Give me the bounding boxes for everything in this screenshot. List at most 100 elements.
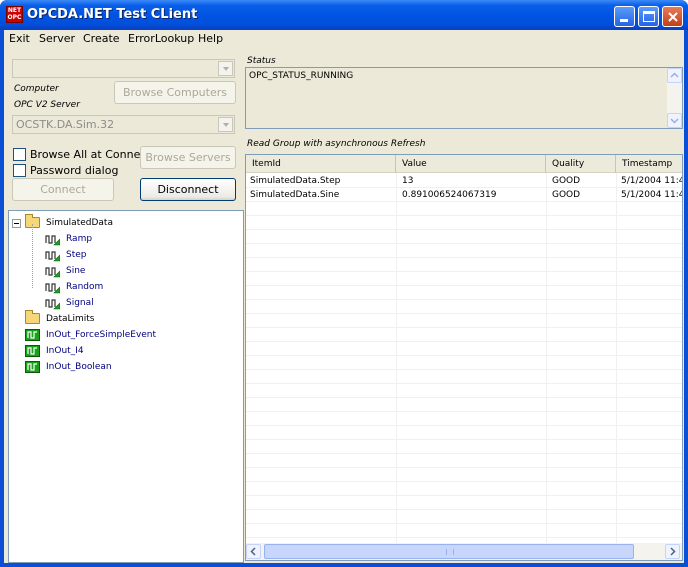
- browse-computers-button[interactable]: Browse Computers: [114, 81, 236, 104]
- grid-row-line: [246, 481, 682, 482]
- table-row[interactable]: SimulatedData.Sine 0.891006524067319 GOOD 5…: [246, 189, 682, 203]
- grid-row-line: [246, 355, 682, 356]
- menu-errorlookup[interactable]: ErrorLookup: [128, 32, 194, 45]
- grid-row-line: [246, 397, 682, 398]
- grid-row-line: [246, 327, 682, 328]
- window-title: OPCDA.NET Test CLient: [27, 7, 198, 22]
- menu-exit[interactable]: Exit: [9, 32, 30, 45]
- tree-item-label: InOut_ForceSimpleEvent: [46, 330, 157, 340]
- title-bar[interactable]: NET OPC OPCDA.NET Test CLient: [0, 0, 688, 30]
- tree-item-label: Signal: [66, 298, 94, 308]
- table-cell: 0.891006524067319: [402, 190, 497, 200]
- status-text: OPC_STATUS_RUNNING: [249, 71, 354, 81]
- column-header-itemid[interactable]: ItemId: [246, 155, 396, 173]
- list-horizontal-scrollbar[interactable]: [246, 543, 682, 560]
- status-scrollbar[interactable]: [667, 68, 682, 128]
- grid-row-line: [246, 383, 682, 384]
- chevron-down-icon[interactable]: [218, 61, 233, 76]
- chevron-down-icon: [670, 118, 679, 124]
- item-list-view: ItemId Value Quality Timestamp Simulated…: [245, 154, 683, 561]
- maximize-icon: [643, 11, 655, 22]
- tree-item-label: Sine: [66, 266, 86, 276]
- scroll-up-button[interactable]: [667, 68, 682, 83]
- folder-icon: [25, 310, 40, 324]
- tree-item[interactable]: InOut_I4: [9, 344, 243, 360]
- table-row[interactable]: SimulatedData.Step 13 GOOD 5/1/2004 11:40: [246, 175, 682, 189]
- status-label: Status: [247, 56, 276, 66]
- grid-row-line: [246, 509, 682, 510]
- menu-create[interactable]: Create: [83, 32, 120, 45]
- table-cell: 5/1/2004 11:40: [621, 176, 682, 186]
- server-label: OPC V2 Server: [14, 100, 80, 110]
- tree-item[interactable]: Step: [9, 248, 243, 264]
- tree-item[interactable]: DataLimits: [9, 310, 243, 328]
- table-cell: SimulatedData.Sine: [250, 190, 340, 200]
- grid-row-line: [246, 495, 682, 496]
- tree-item[interactable]: Ramp: [9, 232, 243, 248]
- grid-row-line: [246, 271, 682, 272]
- menu-help[interactable]: Help: [198, 32, 223, 45]
- computer-label: Computer: [14, 84, 59, 94]
- tree-item-label: DataLimits: [46, 314, 95, 324]
- menu-bar: Exit Server Create ErrorLookup Help: [4, 30, 684, 48]
- tree-item[interactable]: InOut_Boolean: [9, 360, 243, 376]
- tree-connector: [32, 224, 33, 288]
- tag-icon: [45, 283, 60, 294]
- read-write-tag-icon: [25, 345, 40, 357]
- opc-app-icon: NET OPC: [6, 6, 23, 23]
- grid-row-line: [246, 243, 682, 244]
- column-header-timestamp[interactable]: Timestamp: [616, 155, 682, 173]
- status-textbox[interactable]: OPC_STATUS_RUNNING: [245, 67, 683, 129]
- group-label: Read Group with asynchronous Refresh: [247, 139, 426, 149]
- tag-icon: [45, 235, 60, 246]
- scroll-right-button[interactable]: [665, 544, 680, 559]
- grip-icon: [446, 549, 454, 555]
- chevron-down-icon[interactable]: [218, 117, 233, 132]
- grid-row-line: [246, 523, 682, 524]
- tag-icon: [45, 299, 60, 310]
- disconnect-button[interactable]: Disconnect: [140, 178, 236, 201]
- table-cell: 13: [402, 176, 414, 186]
- server-combo[interactable]: OCSTK.DA.Sim.32: [12, 115, 235, 134]
- browse-servers-button[interactable]: Browse Servers: [140, 146, 236, 169]
- chevron-left-icon: [250, 547, 256, 556]
- close-icon: [668, 12, 678, 22]
- tree-item[interactable]: Sine: [9, 264, 243, 280]
- password-dialog-checkbox[interactable]: [13, 164, 26, 177]
- chevron-up-icon: [670, 72, 679, 78]
- collapse-icon[interactable]: [12, 219, 21, 228]
- scroll-left-button[interactable]: [246, 544, 261, 559]
- scroll-thumb[interactable]: [264, 544, 634, 559]
- tree-item-label: SimulatedData: [46, 218, 113, 228]
- browse-all-checkbox[interactable]: [13, 148, 26, 161]
- tree-item[interactable]: Signal: [9, 296, 243, 312]
- browse-all-label: Browse All at Connect: [30, 148, 151, 161]
- scroll-down-button[interactable]: [667, 113, 682, 128]
- grid-row-line: [246, 257, 682, 258]
- read-write-tag-icon: [25, 329, 40, 341]
- grid-row-line: [246, 341, 682, 342]
- app-window: NET OPC OPCDA.NET Test CLient Exit Serve…: [0, 0, 688, 567]
- tree-item[interactable]: SimulatedData: [9, 214, 243, 232]
- tree-item[interactable]: Random: [9, 280, 243, 296]
- grid-row-line: [246, 299, 682, 300]
- minimize-button[interactable]: [614, 6, 635, 27]
- minimize-icon: [620, 19, 628, 22]
- tree-item[interactable]: InOut_ForceSimpleEvent: [9, 328, 243, 344]
- menu-server[interactable]: Server: [39, 32, 75, 45]
- computer-combo[interactable]: [12, 59, 235, 78]
- close-button[interactable]: [662, 6, 683, 27]
- tag-icon: [45, 251, 60, 262]
- tag-icon: [45, 267, 60, 278]
- client-area: Exit Server Create ErrorLookup Help Comp…: [4, 30, 684, 563]
- column-header-value[interactable]: Value: [396, 155, 546, 173]
- tree-item-label: Step: [66, 250, 87, 260]
- table-cell: SimulatedData.Step: [250, 176, 341, 186]
- connect-button[interactable]: Connect: [12, 178, 114, 201]
- server-browse-tree: SimulatedData Ramp Step Sine Random Signal Dat…: [8, 210, 244, 563]
- grid-row-line: [246, 453, 682, 454]
- column-header-quality[interactable]: Quality: [546, 155, 616, 173]
- table-cell: GOOD: [552, 190, 581, 200]
- chevron-right-icon: [670, 547, 676, 556]
- maximize-button[interactable]: [638, 6, 659, 27]
